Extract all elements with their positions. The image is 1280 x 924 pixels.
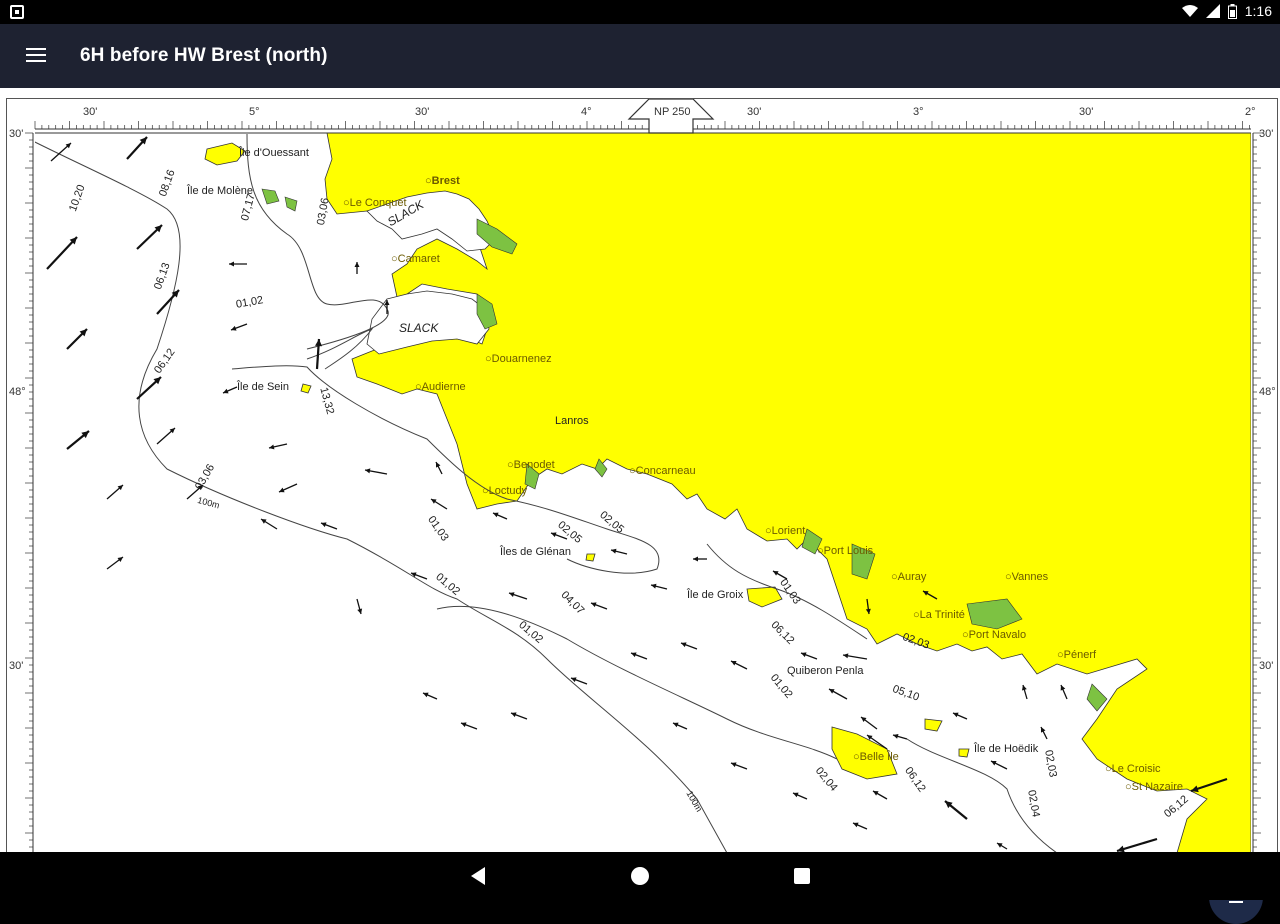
place-label: Île de Sein bbox=[237, 381, 289, 393]
place-label: Île d'Ouessant bbox=[239, 147, 309, 159]
place-label: ○Vannes bbox=[1005, 571, 1049, 583]
recent-apps-icon[interactable] bbox=[794, 868, 810, 884]
stream-rate-label: 06,12 bbox=[768, 619, 797, 647]
wifi-icon bbox=[1181, 5, 1198, 17]
stream-rate-label: 03,06 bbox=[315, 196, 332, 227]
place-label: ○Benodet bbox=[507, 459, 555, 471]
place-label: ○Camaret bbox=[391, 253, 440, 265]
map-viewport[interactable]: 30' 5° 30' 4° 30' 3° 30' 2° NP 250 30' 48° 30' 30' 48… bbox=[0, 88, 1280, 924]
stream-rate-label: 02,05 bbox=[597, 509, 627, 536]
place-label: ○Audierne bbox=[415, 381, 466, 393]
place-label: ○Auray bbox=[891, 571, 927, 583]
stream-rate-label: 05,10 bbox=[890, 683, 921, 704]
stream-rate-label: 06,12 bbox=[902, 765, 928, 795]
stream-rate-label: 01,02 bbox=[516, 619, 546, 646]
place-label: Lanros bbox=[555, 415, 589, 427]
stream-rate-label: 01,03 bbox=[425, 514, 451, 544]
stream-rate-label: 06,13 bbox=[152, 261, 173, 292]
depth-label: 100m bbox=[196, 495, 221, 511]
status-bar: 1:16 bbox=[0, 0, 1280, 24]
notification-icon bbox=[10, 5, 24, 19]
place-label: ○Belle Île bbox=[853, 751, 899, 763]
place-label: ○St Nazaire bbox=[1125, 781, 1183, 793]
stream-rate-label: 02,03 bbox=[1042, 749, 1059, 779]
clock: 1:16 bbox=[1244, 3, 1272, 19]
stream-rate-label: 01,03 bbox=[777, 577, 803, 607]
signal-icon bbox=[1205, 4, 1220, 18]
place-label: ○Loctudy bbox=[482, 485, 528, 497]
stream-rate-label: 04,07 bbox=[558, 589, 587, 617]
hamburger-menu-icon[interactable] bbox=[22, 44, 50, 68]
place-label: ○Pénerf bbox=[1057, 649, 1097, 661]
place-label: ○Douarnenez bbox=[485, 353, 552, 365]
stream-rate-label: 03,06 bbox=[193, 462, 218, 492]
chart-labels-layer: Île d'Ouessant Île de Molène ○Le Conquet ○B… bbox=[7, 99, 1277, 852]
place-label: ○Port Louis bbox=[817, 545, 874, 557]
place-label: Îles de Glénan bbox=[500, 546, 571, 558]
place-label: Quiberon Penla bbox=[787, 665, 864, 677]
place-label: Île de Molène bbox=[187, 185, 254, 197]
place-label: ○Lorient bbox=[765, 525, 806, 537]
app-bar: 6H before HW Brest (north) bbox=[0, 24, 1280, 88]
stream-rate-label: 06,12 bbox=[152, 346, 178, 376]
stream-rate-label: 13,32 bbox=[317, 386, 337, 416]
back-icon[interactable] bbox=[470, 866, 486, 886]
place-label: ○Concarneau bbox=[629, 465, 696, 477]
tidal-stream-chart[interactable]: 30' 5° 30' 4° 30' 3° 30' 2° NP 250 30' 48° 30' 30' 48… bbox=[6, 98, 1278, 852]
place-label: ○Brest bbox=[425, 175, 460, 187]
slack-label: SLACK bbox=[399, 321, 439, 335]
stream-rate-label: 10,20 bbox=[67, 183, 88, 214]
stream-rate-label: 02,04 bbox=[812, 765, 840, 794]
page-title: 6H before HW Brest (north) bbox=[80, 45, 328, 66]
system-nav-bar bbox=[0, 852, 1280, 900]
place-label: Île de Hoëdik bbox=[974, 743, 1039, 755]
depth-label: 100m bbox=[684, 789, 705, 814]
stream-rate-label: 01,02 bbox=[235, 294, 265, 311]
stream-rate-label: 02,05 bbox=[555, 519, 585, 546]
battery-icon bbox=[1227, 3, 1237, 19]
stream-rate-label: 02,03 bbox=[900, 631, 931, 652]
place-label: ○Le Conquet bbox=[343, 197, 407, 209]
stream-rate-label: 06,12 bbox=[1162, 793, 1191, 821]
stream-rate-label: 02,04 bbox=[1025, 789, 1042, 819]
stream-rate-label: 08,16 bbox=[157, 168, 178, 199]
place-label: ○Le Croisic bbox=[1105, 763, 1161, 775]
place-label: ○La Trinité bbox=[913, 609, 965, 621]
stream-rate-label: 01,02 bbox=[433, 571, 463, 598]
place-label: ○Port Navalo bbox=[962, 629, 1027, 641]
place-label: Île de Groix bbox=[687, 589, 744, 601]
home-icon[interactable] bbox=[631, 867, 649, 885]
